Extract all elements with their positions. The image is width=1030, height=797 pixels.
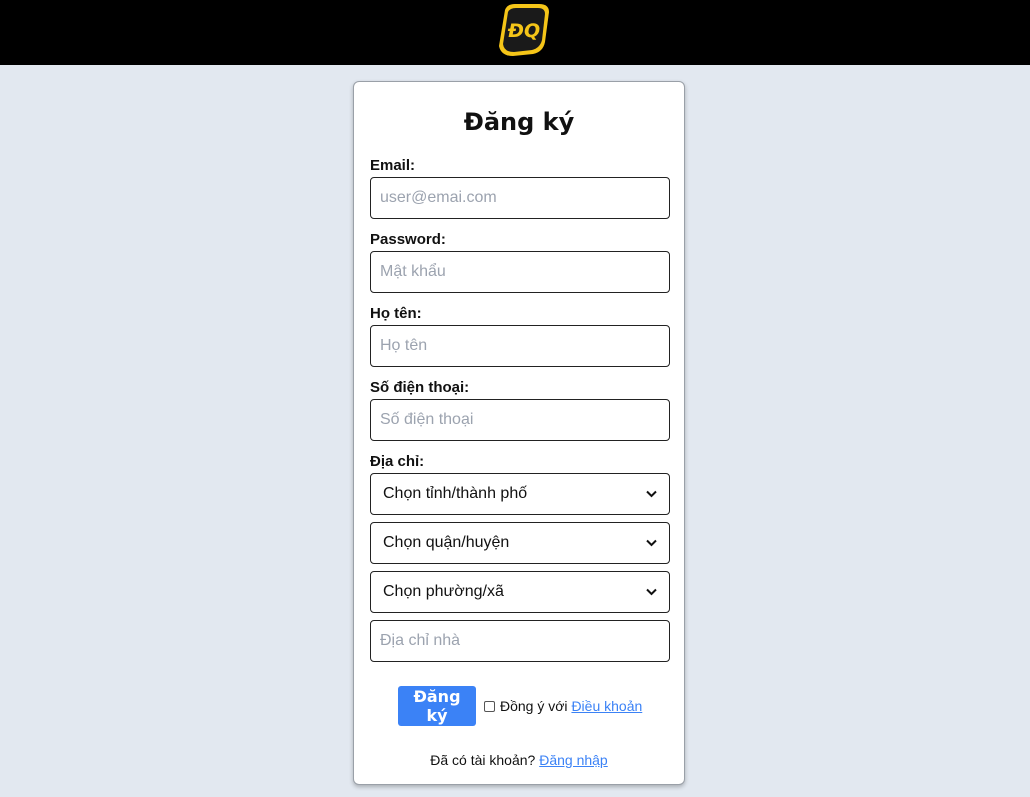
register-card: Đăng ký Email: Password: Họ tên: Số điện…	[353, 81, 685, 785]
password-field[interactable]	[370, 251, 670, 293]
email-field[interactable]	[370, 177, 670, 219]
brand-logo[interactable]: ĐQ	[495, 2, 555, 58]
page-title: Đăng ký	[463, 108, 575, 136]
phone-field[interactable]	[370, 399, 670, 441]
agree-text: Đồng ý với	[500, 698, 568, 714]
fullname-field[interactable]	[370, 325, 670, 367]
agree-checkbox[interactable]	[484, 700, 495, 712]
agree-terms: Đồng ý với Điều khoản	[484, 686, 642, 726]
fullname-label: Họ tên:	[370, 305, 422, 322]
ward-select[interactable]: Chọn phường/xã	[370, 571, 670, 613]
terms-link[interactable]: Điều khoản	[571, 698, 642, 714]
address-label: Địa chỉ:	[370, 453, 425, 470]
top-bar: ĐQ	[0, 0, 1030, 65]
have-account-text: Đã có tài khoản?	[430, 752, 536, 768]
phone-label: Số điện thoại:	[370, 379, 470, 396]
chevron-down-icon	[645, 488, 657, 500]
house-address-field[interactable]	[370, 620, 670, 662]
password-label: Password:	[370, 231, 446, 248]
district-select[interactable]: Chọn quận/huyện	[370, 522, 670, 564]
district-select-value: Chọn quận/huyện	[383, 534, 510, 551]
chevron-down-icon	[645, 586, 657, 598]
province-select[interactable]: Chọn tỉnh/thành phố	[370, 473, 670, 515]
submit-row: Đăng ký Đồng ý với Điều khoản	[354, 686, 684, 726]
register-button[interactable]: Đăng ký	[398, 686, 476, 726]
ward-select-value: Chọn phường/xã	[383, 583, 504, 600]
login-link[interactable]: Đăng nhập	[539, 752, 608, 768]
chevron-down-icon	[645, 537, 657, 549]
logo-text: ĐQ	[507, 20, 540, 42]
login-prompt: Đã có tài khoản? Đăng nhập	[354, 752, 684, 768]
email-label: Email:	[370, 157, 416, 174]
province-select-value: Chọn tỉnh/thành phố	[383, 485, 528, 502]
